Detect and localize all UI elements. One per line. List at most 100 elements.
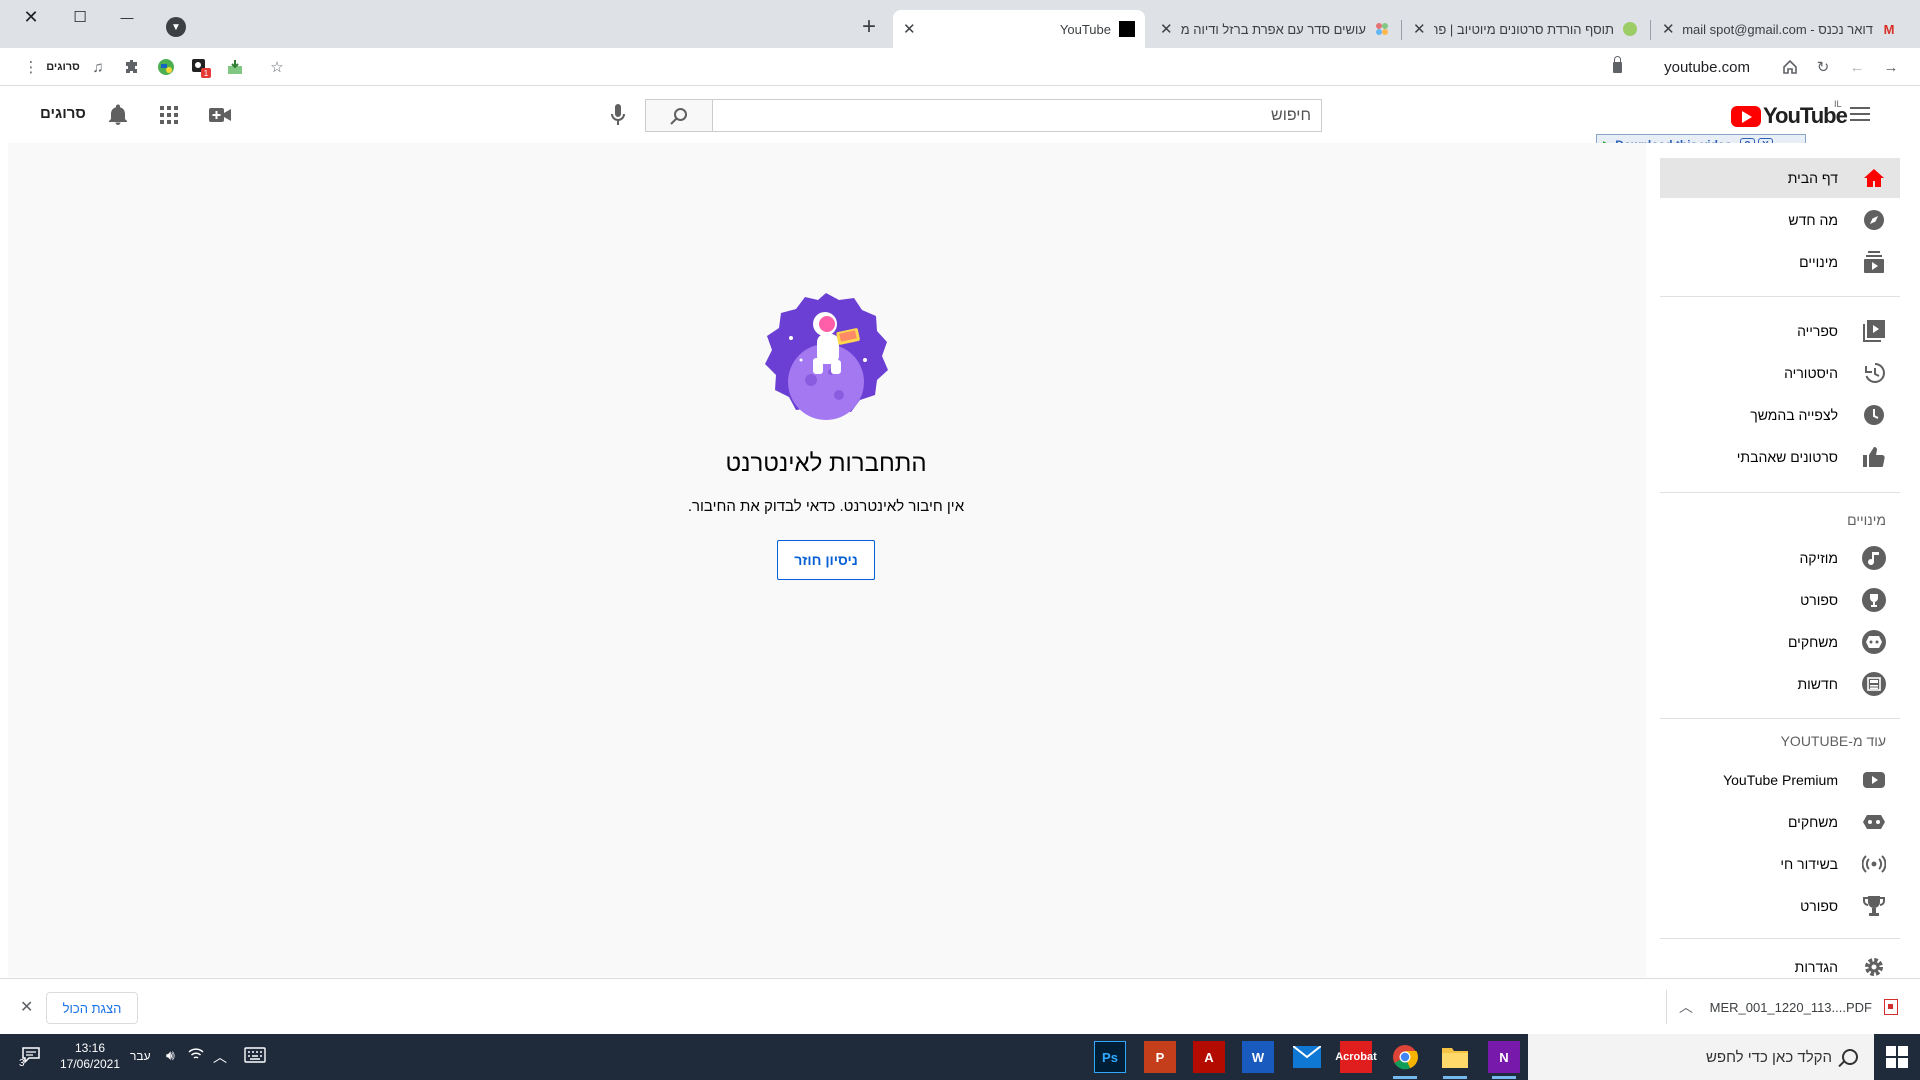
sidebar-item-news[interactable]: חדשות	[1660, 664, 1900, 704]
sidebar-item-home[interactable]: דף הבית	[1660, 158, 1900, 198]
tab-search-button[interactable]: ▼	[166, 17, 186, 37]
premium-icon	[1862, 768, 1886, 792]
new-tab-button[interactable]: +	[856, 13, 882, 40]
taskbar-chrome[interactable]	[1389, 1041, 1421, 1079]
sidebar-item-history[interactable]: היסטוריה	[1660, 353, 1900, 393]
tab-close-icon[interactable]: ✕	[1662, 20, 1675, 38]
sidebar-item-library[interactable]: ספרייה	[1660, 311, 1900, 351]
sidebar-item-subscriptions[interactable]: מינויים	[1660, 242, 1900, 282]
home-icon	[1862, 166, 1886, 190]
clock-date: 17/06/2021	[59, 1057, 121, 1071]
taskbar-acrobat-reader[interactable]: A	[1193, 1041, 1225, 1073]
youtube-play-icon	[1731, 105, 1761, 127]
tab-close-icon[interactable]: ✕	[1413, 20, 1426, 38]
chevron-up-icon[interactable]: ︿	[1679, 997, 1693, 1017]
create-video-icon[interactable]	[208, 103, 232, 127]
sidebar-item-label: משחקים	[1787, 814, 1838, 830]
tab-title: תוסף הורדת סרטונים מיוטיוב | פרוג...	[1433, 21, 1614, 37]
extension-srugim-icon[interactable]: סרוגים	[46, 56, 80, 78]
error-message: אין חיבור לאינטרנט. כדאי לבדוק את החיבור…	[687, 498, 965, 515]
notifications-bell-icon[interactable]	[106, 103, 130, 127]
tab-gmail[interactable]: M דואר נכנס - Gmail ‎spot@gmail.com ✕	[1652, 10, 1907, 48]
taskbar-search-box[interactable]: הקלד כאן כדי לחפש	[1528, 1034, 1874, 1080]
sidebar-item-live[interactable]: בשידור חי	[1660, 844, 1900, 884]
tab-favicon-icon	[1374, 21, 1390, 37]
home-button-icon[interactable]	[1779, 56, 1801, 78]
reload-icon[interactable]: ↻	[1812, 56, 1834, 78]
download-shelf-close-button[interactable]: ✕	[20, 997, 33, 1017]
extension-globe-icon[interactable]	[155, 56, 177, 78]
taskbar-photoshop[interactable]: Ps	[1094, 1041, 1126, 1073]
extension-badge-icon[interactable]: 1	[190, 56, 212, 78]
sidebar-item-label: בשידור חי	[1780, 856, 1838, 872]
taskbar-powerpoint[interactable]: P	[1144, 1041, 1176, 1073]
sidebar-item-gaming-more[interactable]: משחקים	[1660, 802, 1900, 842]
extensions-puzzle-icon[interactable]	[121, 56, 143, 78]
clock-time: 13:16	[74, 1041, 106, 1055]
tab-youtube[interactable]: YouTube ✕	[893, 10, 1145, 48]
bookmark-star-icon[interactable]: ☆	[266, 56, 288, 78]
gaming-controller-icon	[1862, 810, 1886, 834]
search-input[interactable]: חיפוש	[713, 99, 1322, 132]
sidebar-item-music[interactable]: מוזיקה	[1660, 538, 1900, 578]
taskbar-onenote[interactable]: N	[1488, 1041, 1520, 1079]
subscriptions-icon	[1862, 250, 1886, 274]
settings-icon	[1862, 955, 1886, 979]
apps-grid-icon[interactable]	[157, 103, 181, 127]
window-close-button[interactable]: ✕	[8, 0, 54, 34]
downloaded-file-item[interactable]: MER_001_1220_113....PDF ︿	[1666, 990, 1906, 1024]
sidebar-item-youtube-premium[interactable]: YouTube Premium	[1660, 760, 1900, 800]
sidebar-item-label: חדשות	[1797, 676, 1838, 692]
astronaut-illustration-icon	[761, 290, 891, 420]
notification-count: 3	[19, 1058, 25, 1069]
taskbar-acrobat[interactable]: Acrobat	[1335, 1041, 1377, 1073]
tab-prog[interactable]: תוסף הורדת סרטונים מיוטיוב | פרוג... ✕	[1403, 10, 1648, 48]
back-icon[interactable]: →	[1880, 56, 1902, 78]
offline-error: התחברות לאינטרנט אין חיבור לאינטרנט. כדא…	[600, 290, 1052, 580]
guide-menu-icon[interactable]	[1850, 107, 1870, 123]
voice-search-mic-icon[interactable]	[608, 103, 628, 127]
tab-close-icon[interactable]: ✕	[1160, 20, 1173, 38]
volume-icon[interactable]: 🔊︎	[166, 1047, 175, 1064]
youtube-logo[interactable]: YouTube IL	[1731, 99, 1848, 129]
sidebar-item-label: היסטוריה	[1784, 365, 1838, 381]
sidebar-item-label: מה חדש	[1788, 212, 1838, 228]
windows-start-icon[interactable]	[1886, 1046, 1908, 1068]
sidebar-item-label: הגדרות	[1794, 959, 1838, 975]
channel-avatar[interactable]: סרוגים	[40, 105, 86, 122]
sidebar-item-liked-videos[interactable]: סרטונים שאהבתי	[1660, 437, 1900, 477]
sidebar-item-sports-more[interactable]: ספורט	[1660, 886, 1900, 926]
touch-keyboard-icon[interactable]	[244, 1047, 266, 1066]
omnibox[interactable]: youtube.com	[290, 52, 1760, 82]
sidebar-item-label: לצפייה בהמשך	[1750, 407, 1838, 423]
show-all-downloads-button[interactable]: הצגת הכול	[46, 992, 138, 1024]
sidebar-item-sports[interactable]: ספורט	[1660, 580, 1900, 620]
sidebar-heading-subscriptions: מינויים	[1847, 512, 1886, 528]
tab-title: עושים סדר עם אפרת ברזל ודיוה מאיר	[1180, 21, 1366, 37]
sidebar-heading-more-from-youtube: עוד מ-YOUTUBE	[1780, 733, 1886, 749]
extension-download-icon[interactable]	[224, 56, 246, 78]
media-control-icon[interactable]: ♫	[87, 56, 109, 78]
sidebar-item-gaming[interactable]: משחקים	[1660, 622, 1900, 662]
input-language[interactable]: עבר	[130, 1049, 151, 1063]
taskbar-clock[interactable]: 13:16 17/06/2021	[54, 1040, 126, 1072]
search-placeholder: חיפוש	[1271, 106, 1311, 124]
retry-button[interactable]: ניסיון חוזר	[777, 540, 875, 580]
taskbar-search-placeholder: הקלד כאן כדי לחפש	[1705, 1048, 1832, 1066]
wifi-icon[interactable]	[188, 1047, 204, 1064]
browser-menu-icon[interactable]: ⋮	[20, 56, 42, 78]
sidebar-item-watch-later[interactable]: לצפייה בהמשך	[1660, 395, 1900, 435]
trophy-icon	[1862, 894, 1886, 918]
taskbar-mail[interactable]	[1291, 1041, 1323, 1073]
forward-icon[interactable]: ←	[1846, 56, 1868, 78]
search-button[interactable]	[645, 99, 713, 132]
taskbar-file-explorer[interactable]	[1439, 1041, 1471, 1079]
tab-efrat[interactable]: עושים סדר עם אפרת ברזל ודיוה מאיר ✕	[1150, 10, 1400, 48]
show-hidden-icons-chevron-up-icon[interactable]: ︿	[213, 1047, 227, 1067]
gaming-icon	[1862, 630, 1886, 654]
window-maximize-button[interactable]: ☐	[57, 0, 103, 34]
taskbar-word[interactable]: W	[1242, 1041, 1274, 1073]
window-minimize-button[interactable]: —	[104, 0, 150, 34]
tab-close-icon[interactable]: ✕	[903, 20, 916, 38]
sidebar-item-explore[interactable]: מה חדש	[1660, 200, 1900, 240]
